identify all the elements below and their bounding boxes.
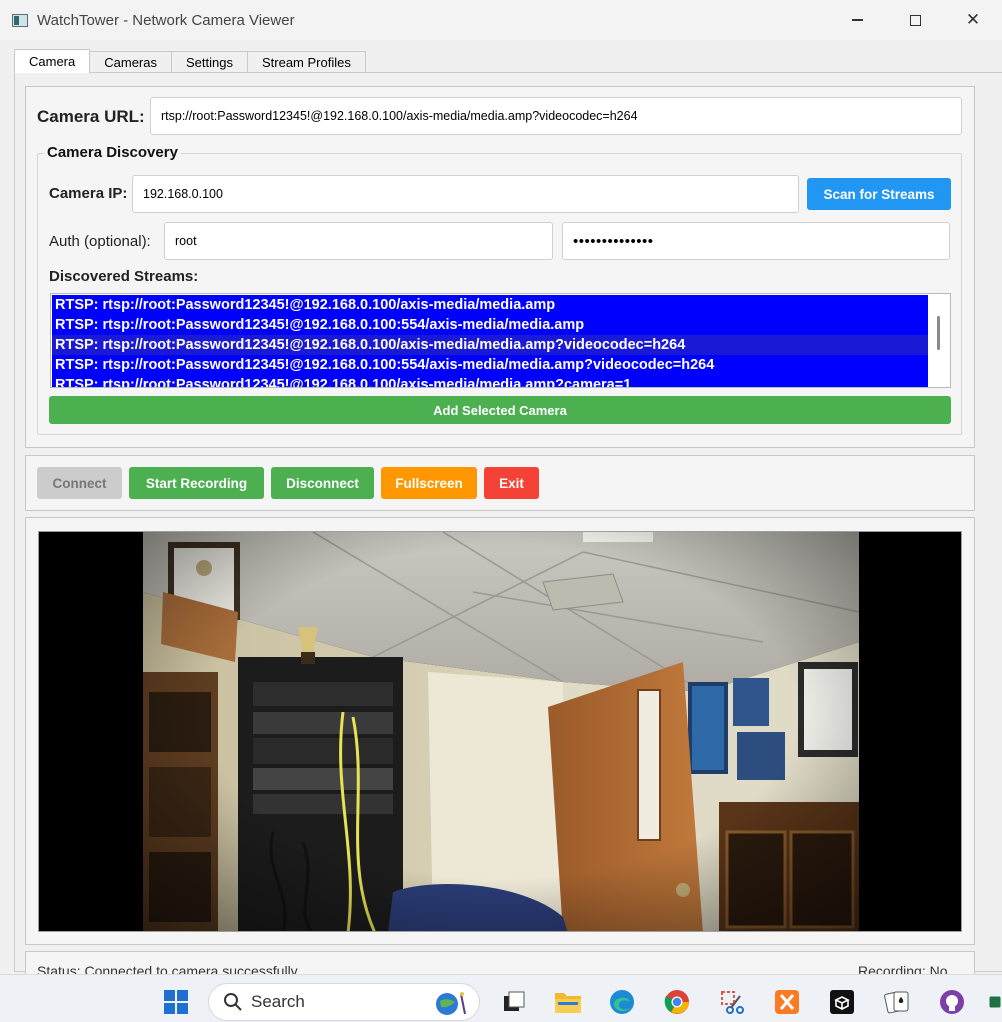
tab-cameras[interactable]: Cameras [89,51,172,73]
file-explorer-icon[interactable] [554,988,582,1016]
camera-ip-label: Camera IP: [49,185,128,202]
snipping-tool-icon[interactable] [718,988,746,1016]
github-desktop-icon[interactable] [938,988,966,1016]
stream-item[interactable]: RTSP: rtsp://root:Password12345!@192.168… [52,355,929,375]
search-highlight-icon [436,992,466,1015]
tab-settings[interactable]: Settings [171,51,248,73]
streams-scrollbar-thumb[interactable] [937,316,940,350]
scan-streams-button[interactable]: Scan for Streams [807,178,951,210]
maximize-button[interactable] [886,0,944,40]
windows-taskbar: Search [0,974,1002,1022]
streams-scrollbar[interactable] [928,294,950,387]
stream-item[interactable]: RTSP: rtsp://root:Password12345!@192.168… [52,335,929,355]
excel-icon[interactable] [988,988,1002,1016]
solitaire-icon[interactable] [883,988,911,1016]
stream-item[interactable]: RTSP: rtsp://root:Password12345!@192.168… [52,295,929,315]
minimize-button[interactable] [828,0,886,40]
start-recording-button[interactable]: Start Recording [129,467,264,499]
exit-button[interactable]: Exit [484,467,539,499]
search-icon [224,993,242,1011]
camera-url-input[interactable]: rtsp://root:Password12345!@192.168.0.100… [150,97,962,135]
app-icon [12,13,28,27]
start-button[interactable] [162,988,190,1016]
minimize-icon [851,19,863,21]
terminal-app-icon[interactable] [828,988,856,1016]
auth-label: Auth (optional): [49,233,151,250]
window-title: WatchTower - Network Camera Viewer [37,11,295,29]
xampp-icon[interactable] [773,988,801,1016]
connect-button[interactable]: Connect [37,467,122,499]
window-controls: ✕ [828,0,1002,40]
fullscreen-button[interactable]: Fullscreen [381,467,477,499]
chrome-browser-icon[interactable] [663,988,691,1016]
edge-browser-icon[interactable] [608,988,636,1016]
camera-discovery-title: Camera Discovery [44,144,181,161]
disconnect-button[interactable]: Disconnect [271,467,374,499]
auth-username-input[interactable]: root [164,222,553,260]
task-view-icon[interactable] [500,988,528,1016]
stream-item[interactable]: RTSP: rtsp://root:Password12345!@192.168… [52,315,929,335]
close-icon: ✕ [965,10,981,29]
tab-stream-profiles[interactable]: Stream Profiles [246,51,366,73]
taskbar-search[interactable]: Search [208,983,480,1021]
windows-logo-icon [164,990,188,1014]
discovered-streams-list[interactable]: RTSP: rtsp://root:Password12345!@192.168… [50,293,951,388]
search-label: Search [251,992,305,1011]
stream-item[interactable]: RTSP: rtsp://root:Password12345!@192.168… [52,375,929,387]
discovered-streams-label: Discovered Streams: [49,268,199,285]
add-selected-camera-button[interactable]: Add Selected Camera [49,396,951,424]
camera-feed-image [143,532,859,931]
camera-ip-input[interactable]: 192.168.0.100 [132,175,799,213]
title-bar: WatchTower - Network Camera Viewer ✕ [0,0,1002,40]
camera-url-label: Camera URL: [37,107,145,126]
stream-items: RTSP: rtsp://root:Password12345!@192.168… [52,295,929,387]
maximize-icon [909,14,921,26]
auth-password-input[interactable]: •••••••••••••• [562,222,950,260]
close-button[interactable]: ✕ [944,0,1002,40]
tab-camera[interactable]: Camera [14,49,91,73]
tab-bar: Camera Cameras Settings Stream Profiles [14,49,366,73]
video-display [38,531,962,932]
